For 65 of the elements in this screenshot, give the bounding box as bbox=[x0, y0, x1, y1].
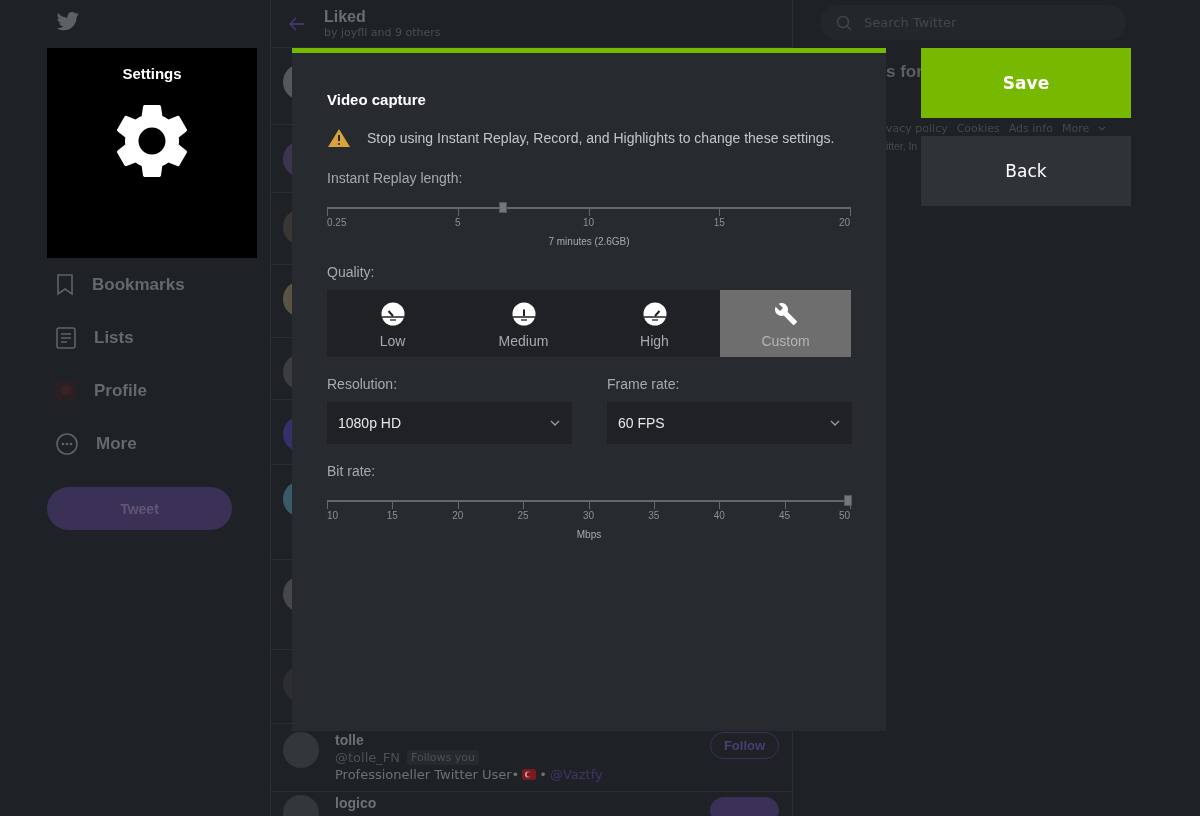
chevron-down-icon bbox=[830, 420, 840, 426]
quality-option[interactable]: Custom bbox=[720, 290, 851, 357]
slider-reading: 7 minutes (2.6GB) bbox=[548, 236, 630, 247]
frame-rate-dropdown[interactable]: 60 FPS bbox=[607, 402, 852, 444]
back-arrow-icon[interactable] bbox=[289, 16, 305, 31]
replay-slider[interactable] bbox=[327, 202, 850, 214]
tile-title: Settings bbox=[122, 65, 182, 82]
avatar-icon bbox=[56, 380, 76, 401]
field-label: Instant Replay length: bbox=[327, 170, 464, 186]
gauge-icon bbox=[511, 302, 536, 326]
warning-icon bbox=[327, 128, 351, 148]
tick-label: 10 bbox=[327, 510, 339, 521]
warning-text: Stop using Instant Replay, Record, and Highlights to change these settings. bbox=[367, 130, 835, 146]
field-label: Bit rate: bbox=[327, 463, 377, 479]
tick-label: 0.25 bbox=[327, 217, 347, 228]
quality-option[interactable]: Low bbox=[327, 290, 458, 357]
slider-thumb[interactable] bbox=[844, 495, 852, 506]
tick-label: 50 bbox=[838, 510, 850, 521]
dialog-title: Video capture bbox=[327, 91, 427, 108]
list-icon bbox=[56, 326, 76, 349]
tick-label: 20 bbox=[838, 217, 850, 228]
bio-separator: • bbox=[539, 767, 547, 782]
nav-item[interactable]: More bbox=[47, 417, 246, 470]
quality-option[interactable]: High bbox=[589, 290, 720, 357]
wrench-icon bbox=[773, 302, 798, 326]
tick-label: 45 bbox=[779, 510, 791, 521]
user-name[interactable]: logico bbox=[335, 795, 694, 811]
tick-label: 25 bbox=[517, 510, 529, 521]
tick-label: 30 bbox=[582, 510, 595, 521]
user-name[interactable]: tolle bbox=[335, 732, 694, 748]
nav-item[interactable]: Profile bbox=[47, 364, 246, 417]
tick-label: 20 bbox=[452, 510, 464, 521]
tick-label: 15 bbox=[386, 510, 398, 521]
tick-label: 5 bbox=[454, 217, 461, 228]
follow-button[interactable] bbox=[710, 797, 779, 816]
nav-item[interactable]: Bookmarks bbox=[47, 258, 246, 311]
field-label: Frame rate: bbox=[607, 376, 681, 392]
gauge-icon bbox=[642, 302, 667, 326]
tick-label: 10 bbox=[582, 217, 595, 228]
bit-rate-slider[interactable] bbox=[327, 495, 850, 507]
resolution-dropdown[interactable]: 1080p HD bbox=[327, 402, 572, 444]
gauge-icon bbox=[380, 302, 405, 326]
tick-label: 35 bbox=[648, 510, 660, 521]
more-icon bbox=[56, 432, 78, 455]
chevron-down-icon bbox=[1098, 126, 1107, 131]
nav-item[interactable]: Lists bbox=[47, 311, 246, 364]
save-button[interactable]: Save bbox=[921, 48, 1131, 118]
flag-icon bbox=[522, 769, 537, 780]
timeline-title: Liked bbox=[324, 8, 367, 26]
slider-thumb[interactable] bbox=[498, 202, 507, 213]
chevron-down-icon bbox=[550, 420, 560, 426]
bird-logo-icon[interactable] bbox=[56, 12, 80, 32]
back-button[interactable]: Back bbox=[921, 136, 1131, 206]
search-icon bbox=[836, 15, 852, 31]
quality-option[interactable]: Medium bbox=[458, 290, 589, 357]
tick-label: 40 bbox=[713, 510, 725, 521]
trends-heading: s for bbox=[886, 62, 924, 82]
slider-unit: Mbps bbox=[576, 529, 602, 540]
bookmark-icon bbox=[56, 273, 74, 296]
field-label: Quality: bbox=[327, 264, 376, 280]
field-label: Resolution: bbox=[327, 376, 399, 392]
user-bio: Professioneller Twitter User• bbox=[335, 767, 520, 782]
mention-link[interactable]: @Vaztfy bbox=[549, 767, 603, 782]
tick-label: 15 bbox=[713, 217, 725, 228]
settings-tile[interactable]: Settings bbox=[47, 48, 257, 258]
